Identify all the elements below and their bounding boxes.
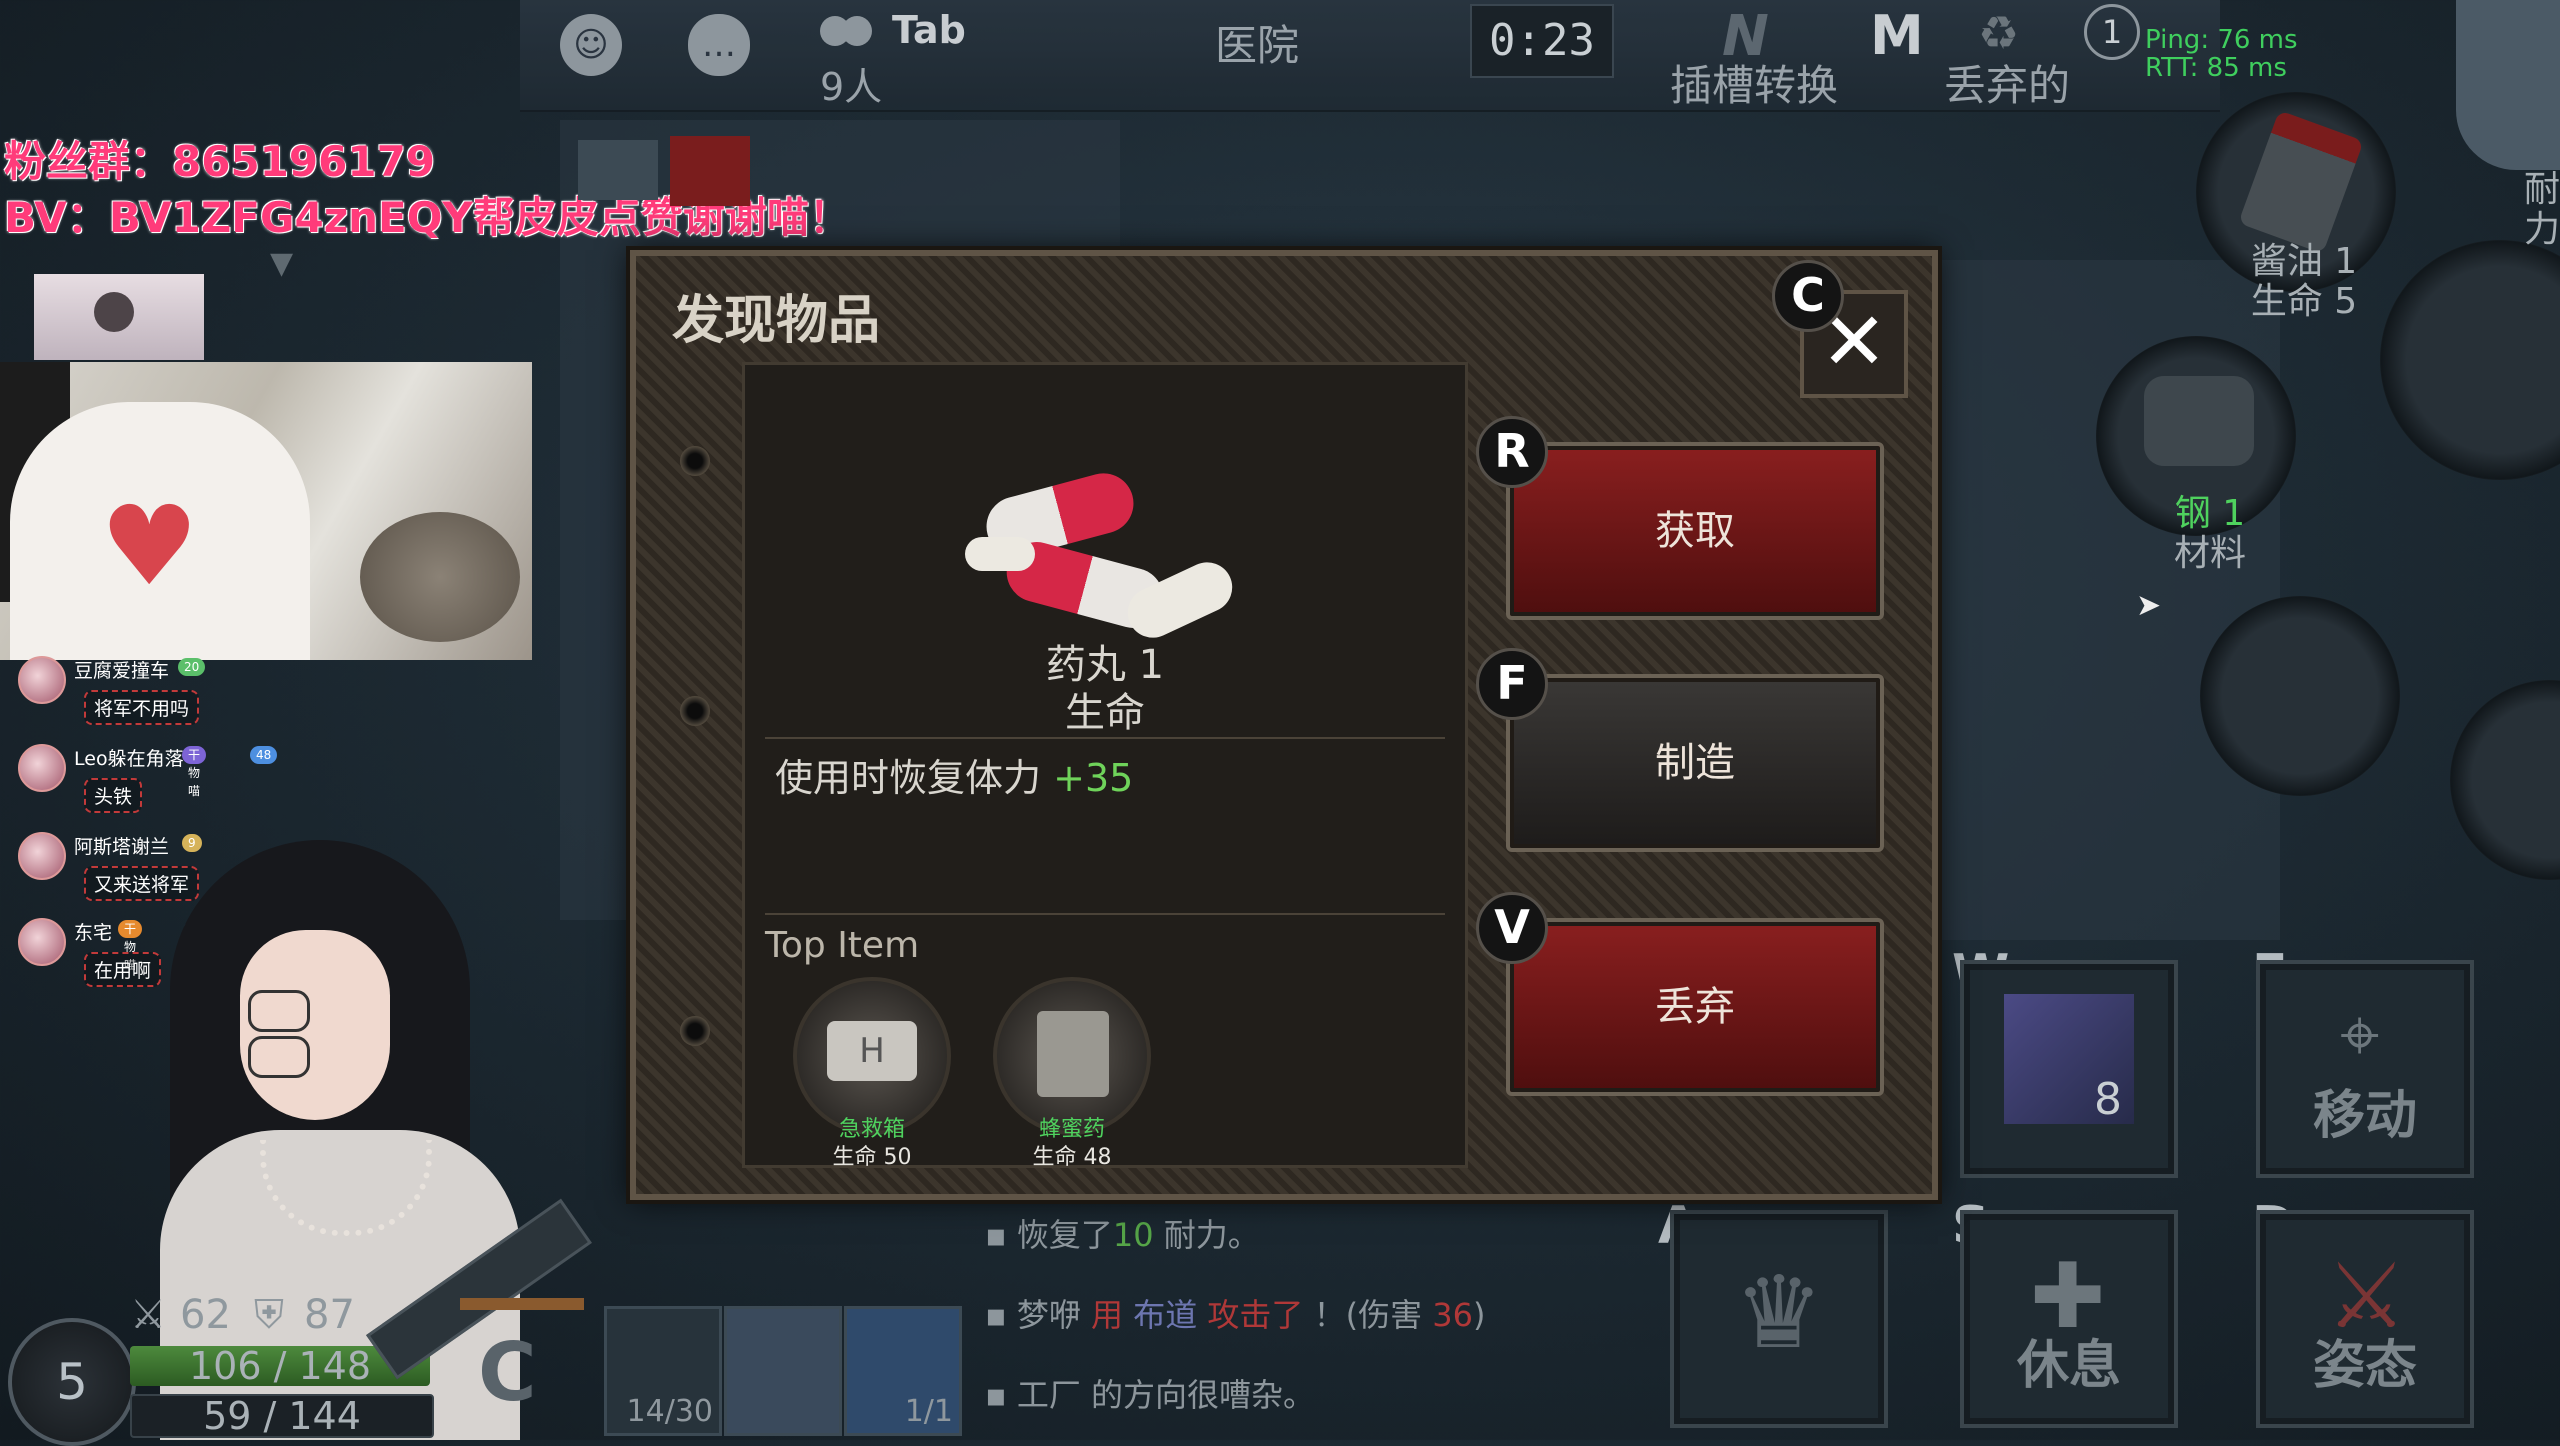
avatar xyxy=(18,832,66,880)
move-button[interactable]: ⌖ 移动 xyxy=(2256,960,2474,1178)
stance-label: 姿态 xyxy=(2312,1336,2417,1396)
top-item-stat: 生命 50 xyxy=(832,1145,912,1170)
fan-badge: 干物喵 xyxy=(118,920,143,972)
item-effect: 使用时恢复体力 +35 xyxy=(775,756,1134,800)
rivet-decoration xyxy=(680,446,710,476)
item-name: 药丸 1 xyxy=(1045,642,1165,688)
item-detail-panel: 药丸 1 生命 使用时恢复体力 +35 Top Item H 急救箱 生命 50… xyxy=(742,362,1468,1170)
notification-count[interactable]: 1 xyxy=(2084,4,2140,60)
w-count: 8 xyxy=(2094,1074,2122,1125)
top-item-stat: 生命 48 xyxy=(1032,1145,1112,1170)
divider xyxy=(765,737,1445,739)
fan-group-overlay: 粉丝群：865196179 xyxy=(4,137,436,186)
rest-button[interactable]: ✚ 休息 xyxy=(1960,1210,2178,1428)
inventory-slot-edge[interactable] xyxy=(2450,680,2560,880)
emote-icon[interactable]: ☺ xyxy=(560,14,622,76)
location-label: 医院 xyxy=(1215,21,1300,70)
avatar xyxy=(18,918,66,966)
log-line: ▪ 工厂 的方向很嘈杂。 xyxy=(985,1376,1316,1414)
honey-medicine-icon xyxy=(1037,1011,1109,1097)
skill-slot-1[interactable]: 14/30 xyxy=(604,1306,722,1436)
chat-bubble-icon[interactable]: … xyxy=(688,14,750,76)
skill-slot-2[interactable] xyxy=(724,1306,842,1436)
slot-count: 1/1 xyxy=(904,1394,953,1429)
chat-username: 豆腐爱撞车 xyxy=(74,660,170,682)
a-action-button[interactable]: ♛ xyxy=(1670,1210,1888,1428)
player-level: 5 xyxy=(8,1318,136,1446)
collapse-arrow-icon[interactable]: ▼ xyxy=(270,246,293,281)
chat-text: 将军不用吗 xyxy=(84,690,200,725)
defense-icon: ⛨ xyxy=(254,1292,284,1338)
effect-value: +35 xyxy=(1053,756,1134,800)
mouse-cursor-icon: ➤ xyxy=(2136,588,2162,623)
pill-icon xyxy=(965,465,1241,646)
soy-sauce-icon xyxy=(2238,110,2364,254)
discarded-label[interactable]: 丢弃的 xyxy=(1944,52,2070,113)
back-arrow-button[interactable] xyxy=(578,140,658,200)
chat-username: 东宅 xyxy=(74,922,113,944)
item-found-dialog: 发现物品 药丸 1 生命 使用时恢复体力 +35 Top Item H 急救箱 … xyxy=(630,250,1938,1200)
inventory-slot-empty[interactable] xyxy=(2200,596,2400,796)
avatar xyxy=(18,744,66,792)
level-badge: 20 xyxy=(178,658,206,676)
stance-button[interactable]: ⚔ 姿态 xyxy=(2256,1210,2474,1428)
top-item-label: Top Item xyxy=(765,925,920,966)
water-bottle-icon xyxy=(2456,0,2560,170)
discard-button[interactable]: 丢弃 xyxy=(1506,918,1884,1096)
m-key-badge[interactable]: M xyxy=(1870,4,1924,67)
crown-icon: ♛ xyxy=(1734,1254,1824,1371)
defense-value: 87 xyxy=(304,1292,355,1338)
rest-label: 休息 xyxy=(2016,1336,2121,1396)
small-webcam xyxy=(34,274,204,360)
slot-count: 14/30 xyxy=(626,1394,713,1429)
rivet-decoration xyxy=(680,1016,710,1046)
network-stats: Ping: 76 ms RTT: 85 ms xyxy=(2145,26,2298,82)
obtain-button[interactable]: 获取 xyxy=(1506,442,1884,620)
rtt-text: RTT: 85 ms xyxy=(2145,53,2287,83)
attack-icon: ⚔ xyxy=(130,1292,166,1338)
f-key-badge: F xyxy=(1476,648,1548,720)
level-badge: 48 xyxy=(250,746,278,764)
streamer-webcam: ♥ xyxy=(0,362,532,660)
chat-text: 头铁 xyxy=(84,778,143,813)
equipment-wheel[interactable] xyxy=(2380,240,2560,480)
tab-key-badge: Tab xyxy=(892,8,966,52)
attack-value: 62 xyxy=(180,1292,231,1338)
map-pin-icon: ⌖ xyxy=(2340,994,2380,1076)
slot-swap-label[interactable]: 插槽转换 xyxy=(1670,52,1838,113)
v-key-badge: V xyxy=(1476,892,1548,964)
ping-text: Ping: 76 ms xyxy=(2145,25,2298,55)
dialog-title: 发现物品 xyxy=(672,291,881,351)
w-action-button[interactable]: 8 xyxy=(1960,960,2178,1178)
rivet-decoration xyxy=(680,696,710,726)
player-count: 9人 xyxy=(820,65,883,109)
stamina-bar: 59 / 144 xyxy=(130,1394,434,1438)
quest-marker-button[interactable] xyxy=(670,136,750,206)
exp-bar xyxy=(460,1298,584,1310)
first-aid-kit-icon: H xyxy=(827,1021,917,1081)
c-key-label[interactable]: C xyxy=(478,1326,537,1419)
top-item-first-aid-kit[interactable]: H 急救箱 生命 50 xyxy=(793,977,951,1170)
soy-sauce-label: 酱油 1 生命 5 xyxy=(2250,241,2358,322)
log-line: ▪ 恢复了10 耐力。 xyxy=(985,1216,1260,1254)
avatar xyxy=(18,656,66,704)
item-type: 生命 xyxy=(1065,690,1145,736)
chat-username: Leo躲在角落 xyxy=(74,748,184,770)
top-item-honey-medicine[interactable]: 蜂蜜药 生命 48 xyxy=(993,977,1151,1170)
divider xyxy=(765,913,1445,915)
r-key-badge: R xyxy=(1476,416,1548,488)
heart-icon: ♥ xyxy=(100,482,199,610)
steel-label: 钢 1 材料 xyxy=(2173,493,2246,574)
move-label: 移动 xyxy=(2312,1086,2417,1146)
log-line: ▪ 梦咿 用 布道 攻击了 ！(伤害 36) xyxy=(985,1296,1486,1334)
craft-button[interactable]: 制造 xyxy=(1506,674,1884,852)
c-key-badge: C xyxy=(1772,260,1844,332)
match-timer: 0:23 xyxy=(1470,4,1614,78)
item-name-block: 药丸 1 生命 xyxy=(745,641,1465,737)
fan-badge: 干物喵 xyxy=(182,746,207,798)
skill-slot-3[interactable]: 1/1 xyxy=(844,1306,962,1436)
steel-pipe-icon xyxy=(2144,376,2254,466)
